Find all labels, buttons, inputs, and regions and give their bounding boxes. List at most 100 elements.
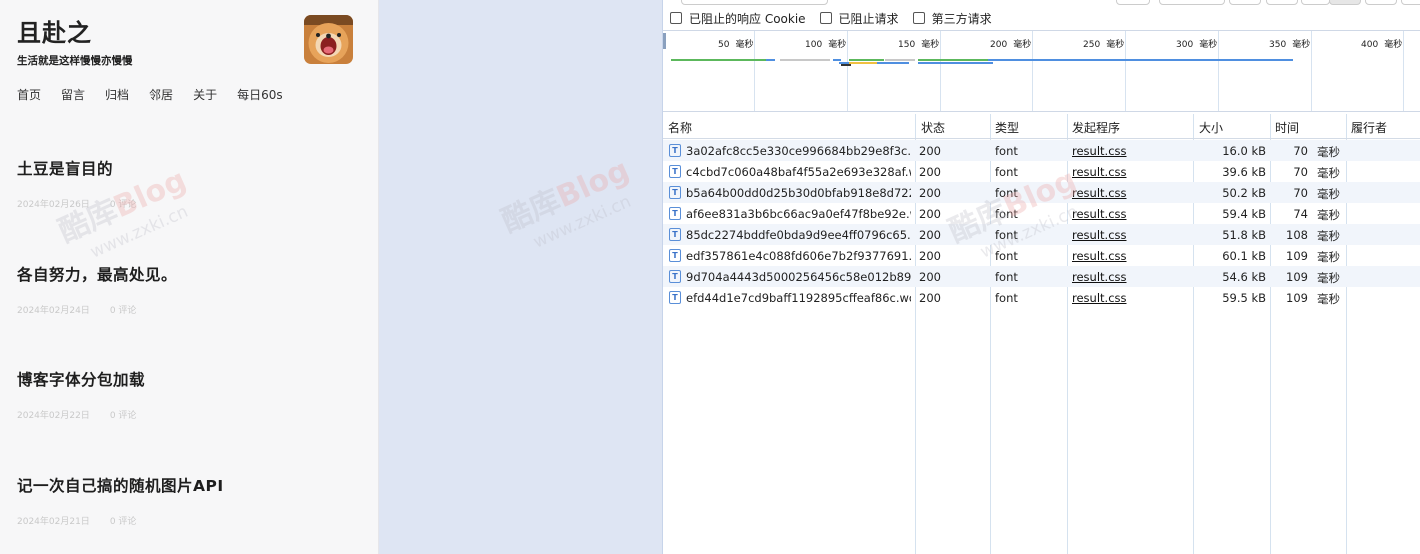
font-file-icon: T [669,207,681,220]
post-title[interactable]: 土豆是盲目的 [17,157,136,179]
request-initiator-link[interactable]: result.css [1072,144,1127,158]
toolbar-button[interactable] [1365,0,1397,5]
post-comments[interactable]: 0 评论 [110,306,137,316]
table-row[interactable]: T af6ee831a3b6bc66ac9a0ef47f8be92e.wo...… [663,203,1420,224]
post-date: 2024年02月26日 [17,200,90,210]
request-size: 59.4 kB [1222,207,1266,221]
toolbar-button[interactable] [1159,0,1225,5]
request-time: 74 [1293,207,1308,221]
timeline-tick: 50 毫秒 [718,40,754,50]
filter-third-party[interactable]: 第三方请求 [912,10,992,27]
request-type: font [995,207,1018,221]
font-file-icon: T [669,228,681,241]
nav-home[interactable]: 首页 [17,86,41,103]
request-size: 54.6 kB [1222,270,1266,284]
request-time-unit: 毫秒 [1317,292,1340,306]
table-row[interactable]: T c4cbd7c060a48baf4f55a2e693e328af.wo...… [663,161,1420,182]
post-comments[interactable]: 0 评论 [110,411,137,421]
site-title[interactable]: 且赴之 [17,13,92,48]
toolbar-button[interactable] [1116,0,1150,5]
toolbar-button[interactable] [1329,0,1361,5]
request-initiator-link[interactable]: result.css [1072,249,1127,263]
request-name[interactable]: af6ee831a3b6bc66ac9a0ef47f8be92e.wo... [686,207,911,221]
request-time-unit: 毫秒 [1317,250,1340,264]
request-status: 200 [919,186,941,200]
post-comments[interactable]: 0 评论 [110,517,137,527]
toolbar-button[interactable] [681,0,828,5]
table-row[interactable]: T 9d704a4443d5000256456c58e012b89b.... 2… [663,266,1420,287]
request-type: font [995,228,1018,242]
viewport-gap: 酷库Blog www.zxki.cn [378,0,662,554]
font-file-icon: T [669,186,681,199]
request-time-unit: 毫秒 [1317,166,1340,180]
column-fulfilled-by[interactable]: 履行者 [1351,119,1387,136]
request-size: 60.1 kB [1222,249,1266,263]
font-file-icon: T [669,144,681,157]
checkbox[interactable] [670,12,682,24]
filter-blocked-cookies[interactable]: 已阻止的响应 Cookie [670,10,806,27]
request-time-unit: 毫秒 [1317,187,1340,201]
request-name[interactable]: 9d704a4443d5000256456c58e012b89b.... [686,270,911,284]
table-row[interactable]: T b5a64b00dd0d25b30d0bfab918e8d722.... 2… [663,182,1420,203]
request-initiator-link[interactable]: result.css [1072,186,1127,200]
post-meta: 2024年02月21日 0 评论 [17,514,224,527]
request-name[interactable]: edf357861e4c088fd606e7b2f9377691.w... [686,249,911,263]
request-initiator-link[interactable]: result.css [1072,165,1127,179]
column-name[interactable]: 名称 [668,119,692,136]
request-type: font [995,144,1018,158]
toolbar-button[interactable] [1229,0,1261,5]
toolbar-button[interactable] [1401,0,1420,5]
main-nav: 首页 留言 归档 邻居 关于 每日60s [17,86,303,103]
nav-about[interactable]: 关于 [193,86,217,103]
request-initiator-link[interactable]: result.css [1072,270,1127,284]
post-title[interactable]: 各自努力，最高处见。 [17,263,177,285]
column-status[interactable]: 状态 [921,119,945,136]
post-comments[interactable]: 0 评论 [110,200,137,210]
post-title[interactable]: 记一次自己搞的随机图片API [17,474,224,496]
timeline-handle[interactable] [663,33,666,49]
nav-archive[interactable]: 归档 [105,86,129,103]
request-initiator-link[interactable]: result.css [1072,291,1127,305]
request-initiator-link[interactable]: result.css [1072,207,1127,221]
font-file-icon: T [669,165,681,178]
column-size[interactable]: 大小 [1199,119,1223,136]
request-type: font [995,291,1018,305]
checkbox[interactable] [819,12,832,24]
request-status: 200 [919,249,941,263]
checkbox[interactable] [912,12,925,24]
post-title[interactable]: 博客字体分包加载 [17,368,145,390]
table-row[interactable]: T efd44d1e7cd9baff1192895cffeaf86c.woff2… [663,287,1420,308]
request-initiator-link[interactable]: result.css [1072,228,1127,242]
post-item: 记一次自己搞的随机图片API 2024年02月21日 0 评论 [17,474,224,527]
request-time: 70 [1293,144,1308,158]
nav-neighbors[interactable]: 邻居 [149,86,173,103]
request-time-unit: 毫秒 [1317,271,1340,285]
table-row[interactable]: T 85dc2274bddfe0bda9d9ee4ff0796c65.w... … [663,224,1420,245]
avatar[interactable] [304,15,353,64]
column-type[interactable]: 类型 [995,119,1019,136]
nav-guestbook[interactable]: 留言 [61,86,85,103]
request-time: 108 [1286,228,1308,242]
toolbar-button[interactable] [1301,0,1330,5]
column-initiator[interactable]: 发起程序 [1072,119,1120,136]
request-name[interactable]: efd44d1e7cd9baff1192895cffeaf86c.woff2 [686,291,911,305]
table-row[interactable]: T edf357861e4c088fd606e7b2f9377691.w... … [663,245,1420,266]
column-time[interactable]: 时间 [1275,119,1299,136]
request-name[interactable]: 85dc2274bddfe0bda9d9ee4ff0796c65.w... [686,228,911,242]
nav-daily60s[interactable]: 每日60s [237,86,283,103]
request-name[interactable]: b5a64b00dd0d25b30d0bfab918e8d722.... [686,186,911,200]
toolbar-button[interactable] [1266,0,1298,5]
request-size: 16.0 kB [1222,144,1266,158]
timeline-overview[interactable]: 50 毫秒 100 毫秒 150 毫秒 200 毫秒 250 毫秒 300 毫秒 350 毫秒… [663,30,1420,112]
blog-page: 且赴之 生活就是这样慢慢亦慢慢 首页 留言 归档 邻居 关于 每日60s 土豆是… [0,0,378,554]
font-file-icon: T [669,291,681,304]
request-size: 51.8 kB [1222,228,1266,242]
request-name[interactable]: 3a02afc8cc5e330ce996684bb29e8f3c.wo... [686,144,911,158]
table-row[interactable]: T 3a02afc8cc5e330ce996684bb29e8f3c.wo...… [663,140,1420,161]
watermark: 酷库Blog www.zxki.cn [496,152,635,253]
post-date: 2024年02月24日 [17,306,90,316]
filter-blocked-requests[interactable]: 已阻止请求 [819,10,899,27]
request-type: font [995,165,1018,179]
post-item: 各自努力，最高处见。 2024年02月24日 0 评论 [17,263,177,316]
request-name[interactable]: c4cbd7c060a48baf4f55a2e693e328af.wo... [686,165,911,179]
